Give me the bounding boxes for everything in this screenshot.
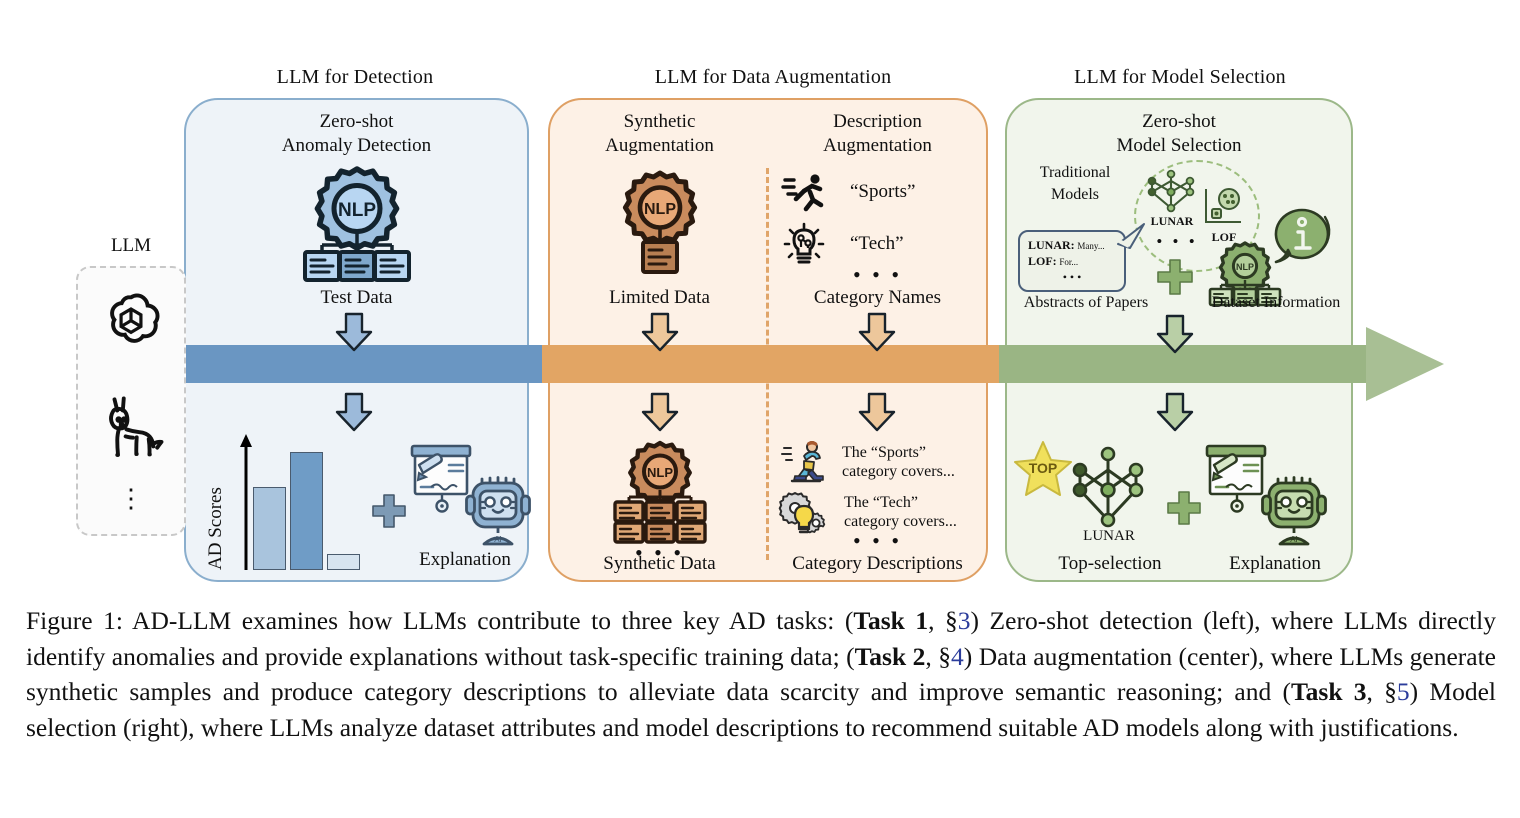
ad-score-bar-2	[290, 452, 323, 570]
detection-heading-line2: Anomaly Detection	[281, 135, 432, 156]
selection-heading-line2: Model Selection	[1116, 135, 1242, 156]
speech-bubble-tail	[1116, 222, 1148, 250]
figure-caption: Figure 1: AD-LLM examines how LLMs contr…	[26, 603, 1496, 745]
synthetic-output-label: Synthetic Data	[603, 553, 716, 574]
whiteboard-pen-green-icon	[1204, 443, 1270, 515]
caption-task-3: Task 3	[1290, 677, 1367, 706]
traditional-models-label-line2: Models	[1051, 186, 1099, 203]
traditional-models-label-line1: Traditional	[1039, 164, 1111, 181]
selection-output-label-right: Explanation	[1229, 553, 1321, 574]
down-arrow-synthetic-bottom	[640, 392, 680, 432]
bubble-line-lof: LOF: For...	[1028, 254, 1116, 270]
caption-task-2: Task 2	[854, 641, 926, 671]
description-row-sports: The “Sports” category covers...	[781, 440, 955, 484]
column-title-detection: LLM for Detection	[276, 66, 434, 88]
down-arrow-synthetic-top	[640, 312, 680, 352]
nlp-gear-label-blue: NLP	[338, 200, 376, 221]
description-text-tech-line1: The “Tech”	[844, 494, 918, 511]
bubble-text-lof: For...	[1059, 257, 1079, 267]
synthetic-heading-line2: Augmentation	[605, 135, 714, 156]
caption-sep-2: , §	[925, 641, 951, 671]
robot-green-icon: AI	[1261, 472, 1327, 548]
description-categories-ellipsis: • • •	[852, 262, 903, 287]
caption-sep-3: , §	[1366, 677, 1397, 706]
description-text-sports-line1: The “Sports”	[842, 444, 926, 461]
ad-score-bar-3	[327, 554, 360, 570]
llm-source-label: LLM	[110, 235, 152, 256]
description-output-ellipsis: • • •	[852, 528, 903, 553]
category-label-sports: “Sports”	[850, 181, 916, 202]
caption-prefix: Figure 1: AD-LLM examines how LLMs contr…	[26, 606, 854, 635]
nlp-gear-single-doc-orange-icon: NLP	[612, 168, 708, 276]
caption-section-4: 4	[950, 641, 964, 671]
down-arrow-detection-top	[334, 312, 374, 352]
column-title-selection: LLM for Model Selection	[1074, 66, 1286, 88]
description-heading-line1: Description	[833, 111, 922, 132]
plus-sign-detection	[371, 493, 407, 529]
down-arrow-description-top	[857, 312, 897, 352]
synthetic-input-label: Limited Data	[609, 287, 710, 308]
svg-text:AI: AI	[494, 535, 502, 544]
description-heading-line2: Augmentation	[823, 135, 932, 156]
column-title-augmentation: LLM for Data Augmentation	[654, 66, 892, 88]
svg-text:NLP: NLP	[647, 465, 673, 480]
down-arrow-selection-bottom	[1155, 392, 1195, 432]
caption-task-1: Task 1	[853, 606, 929, 635]
category-row-sports: “Sports”	[781, 172, 916, 212]
plus-sign-selection-output	[1166, 490, 1202, 526]
detection-heading-line1: Zero-shot	[319, 111, 394, 132]
selected-model-name: LUNAR	[1083, 528, 1135, 544]
plus-sign-selection-inputs	[1156, 258, 1194, 296]
category-label-tech: “Tech”	[850, 233, 904, 254]
abstracts-of-papers-label: Abstracts of Papers	[1023, 294, 1149, 311]
svg-text:AI: AI	[1290, 535, 1298, 544]
detection-output-label: Explanation	[419, 549, 511, 570]
caption-section-5: 5	[1396, 677, 1410, 706]
dataset-information-label: Dataset Information	[1211, 294, 1341, 311]
down-arrow-selection-top	[1155, 314, 1195, 354]
bubble-model-lunar: LUNAR:	[1028, 238, 1075, 252]
bubble-ellipsis: • • •	[1062, 270, 1082, 284]
caption-sep-1: , §	[928, 606, 958, 635]
down-arrow-detection-bottom	[334, 392, 374, 432]
ad-scores-axis-label: AD Scores	[205, 487, 226, 570]
figure-canvas: LLM for Detection LLM for Data Augmentat…	[0, 0, 1520, 818]
nlp-gear-label-orange: NLP	[644, 201, 676, 218]
top-star-badge-icon: TOP	[1012, 440, 1074, 500]
bubble-line-lunar: LUNAR: Many...	[1028, 238, 1116, 254]
lightbulb-circuit-icon	[782, 222, 826, 266]
description-output-label: Category Descriptions	[792, 553, 963, 574]
nlp-gear-docs-blue-icon: NLP	[297, 163, 417, 282]
ad-score-bar-1	[253, 487, 286, 570]
selection-heading-line1: Zero-shot	[1142, 111, 1216, 132]
flow-band-augmentation	[542, 345, 999, 383]
flow-arrow-head	[1366, 327, 1444, 401]
openai-logo-icon	[96, 288, 166, 358]
bubble-text-lunar: Many...	[1077, 241, 1105, 251]
down-arrow-description-bottom	[857, 392, 897, 432]
description-input-label: Category Names	[813, 287, 942, 308]
lunar-graph-large-icon	[1068, 446, 1148, 528]
selection-output-label-left: Top-selection	[1058, 553, 1162, 574]
synthetic-heading-line1: Synthetic	[623, 111, 696, 132]
llm-source-ellipsis: ⋮	[118, 484, 144, 513]
description-text-sports-line2: category covers...	[842, 463, 955, 480]
info-speech-bubble-icon	[1272, 208, 1334, 266]
dataset-gear-label: NLP	[1236, 262, 1254, 272]
lunar-graph-small-icon	[1144, 169, 1198, 214]
running-person-icon	[781, 172, 828, 212]
abstracts-speech-bubble: LUNAR: Many... LOF: For... • • •	[1018, 230, 1126, 292]
llama-icon	[96, 390, 170, 468]
caption-section-3: 3	[957, 606, 971, 635]
detection-input-label: Test Data	[320, 287, 393, 308]
lof-scatter-icon	[1201, 186, 1247, 232]
ad-scores-axis	[239, 432, 253, 570]
category-row-tech: “Tech”	[782, 222, 904, 266]
nlp-gear-multidoc-orange-icon: NLP	[607, 440, 713, 544]
robot-blue-icon: AI	[465, 472, 531, 548]
bubble-model-lof: LOF:	[1028, 254, 1057, 268]
top-star-label: TOP	[1029, 460, 1058, 476]
runner-color-icon	[781, 440, 826, 484]
